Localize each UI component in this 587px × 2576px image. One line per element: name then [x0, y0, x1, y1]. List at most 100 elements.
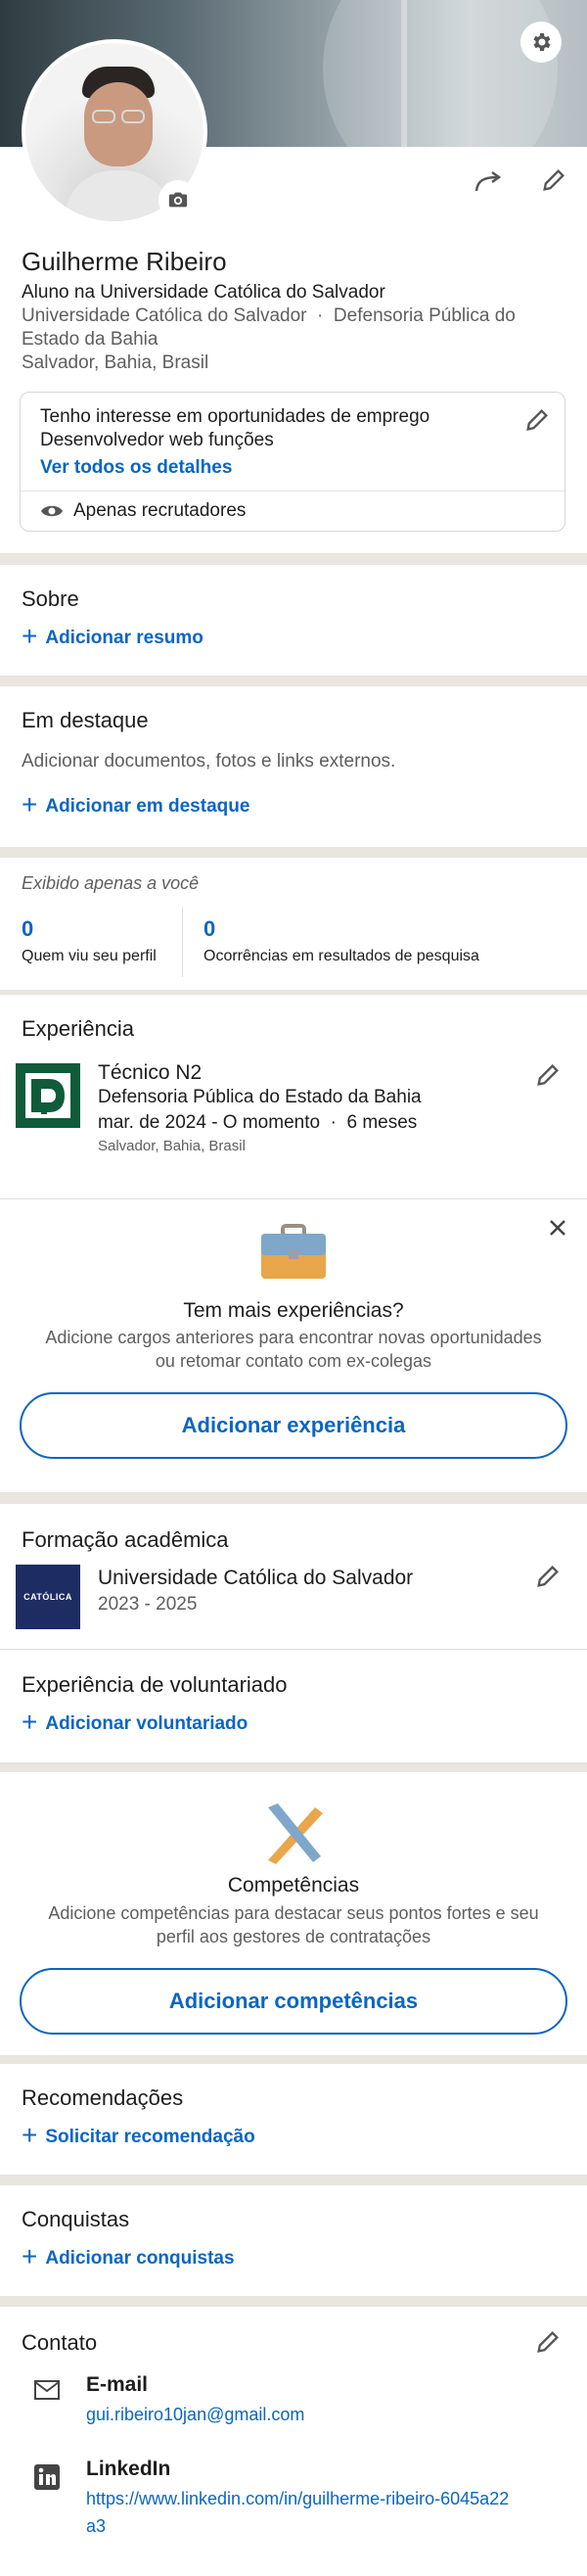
- pencil-icon: [543, 169, 564, 191]
- camera-icon: [168, 192, 188, 208]
- add-summary-link[interactable]: + Adicionar resumo: [22, 621, 203, 651]
- skills-illustration: [258, 1802, 329, 1864]
- add-experience-button[interactable]: Adicionar experiência: [20, 1392, 567, 1459]
- request-recommendation-link[interactable]: + Solicitar recomendação: [22, 2120, 255, 2150]
- add-featured-label: Adicionar em destaque: [45, 795, 250, 817]
- eye-icon: [41, 505, 63, 517]
- open-to-work-box[interactable]: Tenho interesse em oportunidades de empr…: [20, 392, 565, 532]
- share-profile-button[interactable]: [470, 163, 509, 202]
- add-accomplishments-label: Adicionar conquistas: [45, 2247, 235, 2269]
- profile-views-stat[interactable]: 0 Quem viu seu perfil: [22, 916, 157, 965]
- experience-title: Experiência: [22, 1016, 134, 1041]
- about-title: Sobre: [22, 586, 79, 611]
- recommendations-title: Recomendações: [22, 2085, 184, 2110]
- profile-headline: Aluno na Universidade Católica do Salvad…: [22, 282, 385, 303]
- plus-icon: +: [22, 2120, 38, 2150]
- add-volunteering-label: Adicionar voluntariado: [45, 1712, 248, 1734]
- skills-section: Competências Adicione competências para …: [0, 1772, 587, 2055]
- see-all-details-link[interactable]: Ver todos os detalhes: [40, 457, 232, 479]
- edit-experience-button[interactable]: [530, 1057, 565, 1093]
- add-volunteering-link[interactable]: + Adicionar voluntariado: [22, 1707, 248, 1737]
- analytics-section: Exibido apenas a você 0 Quem viu seu per…: [0, 858, 587, 990]
- tools-icon: [268, 1803, 323, 1864]
- visibility-label: Apenas recrutadores: [73, 500, 247, 521]
- school-name[interactable]: Universidade Católica do Salvador: [98, 1567, 413, 1590]
- pencil-icon: [537, 2331, 559, 2353]
- experience-location: Salvador, Bahia, Brasil: [98, 1138, 246, 1154]
- search-appearances-stat[interactable]: 0 Ocorrências em resultados de pesquisa: [203, 916, 479, 965]
- search-appearances-label: Ocorrências em resultados de pesquisa: [203, 948, 479, 964]
- profile-orgs: Universidade Católica do Salvador · Defe…: [22, 305, 516, 326]
- banner-settings-button[interactable]: [520, 22, 562, 63]
- pencil-icon: [526, 409, 548, 431]
- plus-icon: +: [22, 1707, 38, 1737]
- envelope-icon: [34, 2380, 60, 2400]
- profile-card: Guilherme Ribeiro Aluno na Universidade …: [0, 0, 587, 553]
- gear-icon: [533, 33, 551, 51]
- experience-role[interactable]: Técnico N2: [98, 1061, 202, 1085]
- edit-open-to-work-button[interactable]: [519, 402, 555, 438]
- featured-title: Em destaque: [22, 708, 149, 732]
- email-label: E-mail: [86, 2373, 149, 2396]
- add-featured-link[interactable]: + Adicionar em destaque: [22, 791, 250, 819]
- briefcase-icon: [261, 1224, 326, 1279]
- featured-section: Em destaque Adicionar documentos, fotos …: [0, 686, 587, 847]
- education-divider: [0, 1649, 587, 1650]
- edit-contact-button[interactable]: [530, 2324, 565, 2360]
- request-recommendation-label: Solicitar recomendação: [45, 2126, 255, 2147]
- add-skills-button[interactable]: Adicionar competências: [20, 1968, 567, 2035]
- pencil-icon: [537, 1064, 559, 1086]
- profile-views-label: Quem viu seu perfil: [22, 948, 157, 964]
- close-icon: [550, 1220, 565, 1236]
- briefcase-illustration: [259, 1222, 328, 1281]
- education-section: Formação acadêmica CATÓLICA Universidade…: [0, 1492, 587, 1762]
- accomplishments-title: Conquistas: [22, 2207, 130, 2231]
- share-arrow-icon: [474, 170, 502, 192]
- contact-section: Contato E-mail gui.ribeiro10jan@gmail.co…: [0, 2307, 587, 2576]
- featured-description: Adicionar documentos, fotos e links exte…: [22, 751, 396, 772]
- profile-location: Salvador, Bahia, Brasil: [22, 352, 209, 373]
- more-experience-desc-2: ou retomar contato com ex-colegas: [155, 1351, 432, 1371]
- pencil-icon: [537, 1566, 559, 1587]
- school-years: 2023 - 2025: [98, 1594, 198, 1615]
- linkedin-label: LinkedIn: [86, 2458, 171, 2480]
- search-appearances-count: 0: [203, 916, 216, 941]
- company-logo: [16, 1063, 80, 1128]
- profile-orgs-cont: Estado da Bahia: [22, 329, 158, 350]
- more-experience-title: Tem mais experiências?: [183, 1299, 404, 1322]
- dismiss-prompt-button[interactable]: [540, 1210, 575, 1245]
- skills-desc-1: Adicione competências para destacar seus…: [48, 1903, 539, 1923]
- avatar-camera-button[interactable]: [158, 180, 198, 219]
- more-experience-desc-1: Adicione cargos anteriores para encontra…: [45, 1328, 542, 1347]
- linkedin-url-cont[interactable]: a3: [86, 2516, 106, 2537]
- profile-name: Guilherme Ribeiro: [22, 247, 227, 276]
- experience-dates: mar. de 2024 - O momento · 6 meses: [98, 1112, 418, 1133]
- open-to-work-subtitle: Desenvolvedor web funções: [40, 430, 274, 450]
- add-accomplishments-link[interactable]: + Adicionar conquistas: [22, 2241, 235, 2272]
- visibility-row[interactable]: Apenas recrutadores: [40, 500, 246, 522]
- email-icon-wrap: [33, 2379, 61, 2406]
- education-title: Formação acadêmica: [22, 1527, 229, 1552]
- experience-divider: [0, 1198, 587, 1199]
- experience-company: Defensoria Pública do Estado da Bahia: [98, 1087, 422, 1107]
- email-value[interactable]: gui.ribeiro10jan@gmail.com: [86, 2405, 304, 2425]
- school-logo: CATÓLICA: [16, 1565, 80, 1629]
- linkedin-icon-wrap: [33, 2463, 61, 2496]
- school-logo-text: CATÓLICA: [23, 1592, 72, 1602]
- about-section: Sobre + Adicionar resumo: [0, 565, 587, 676]
- plus-icon: +: [22, 621, 38, 651]
- skills-title: Competências: [227, 1874, 360, 1897]
- edit-education-button[interactable]: [530, 1559, 565, 1594]
- analytics-note: Exibido apenas a você: [22, 873, 200, 893]
- accomplishments-section: Conquistas + Adicionar conquistas: [0, 2185, 587, 2296]
- add-summary-label: Adicionar resumo: [45, 627, 203, 648]
- open-to-work-title: Tenho interesse em oportunidades de empr…: [40, 406, 430, 427]
- plus-icon: +: [22, 2241, 38, 2272]
- linkedin-icon: [34, 2464, 60, 2490]
- edit-intro-button[interactable]: [534, 161, 573, 200]
- experience-section: Experiência Técnico N2 Defensoria Públic…: [0, 995, 587, 1492]
- linkedin-url[interactable]: https://www.linkedin.com/in/guilherme-ri…: [86, 2489, 509, 2509]
- recommendations-section: Recomendações + Solicitar recomendação: [0, 2064, 587, 2175]
- volunteering-title: Experiência de voluntariado: [22, 1672, 288, 1697]
- profile-views-count: 0: [22, 916, 34, 941]
